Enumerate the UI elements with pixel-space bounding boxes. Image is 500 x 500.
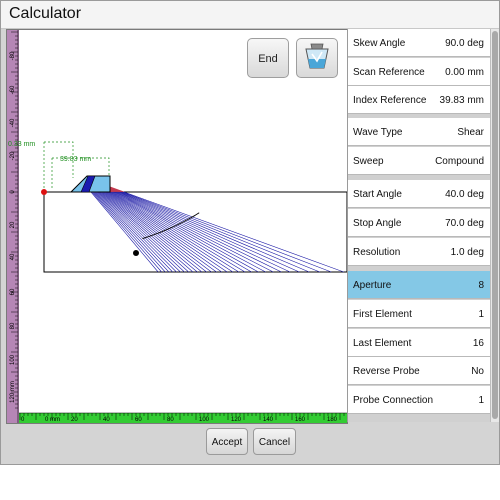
vertical-ruler-label: -40 — [10, 118, 16, 127]
param-value: 8 — [478, 280, 484, 291]
parameter-list: Skew Angle 90.0 deg Scan Reference 0.00 mm I… — [347, 29, 490, 422]
param-value: 40.0 deg — [445, 189, 484, 200]
scroll-thumb[interactable] — [492, 31, 498, 419]
param-label: Last Element — [353, 338, 412, 349]
wedge-probe-button[interactable] — [296, 38, 338, 78]
param-label: Skew Angle — [353, 38, 406, 49]
param-value: 1 — [478, 395, 484, 406]
param-label: Scan Reference — [353, 67, 425, 78]
vertical-ruler-label: -80 — [10, 51, 16, 60]
refracted-ray — [115, 191, 266, 273]
vertical-ruler-label: -20 — [10, 151, 16, 160]
param-row-resolution[interactable]: Resolution 1.0 deg — [348, 238, 490, 266]
param-label: Stop Angle — [353, 218, 402, 229]
calculator-window: Calculator -80 -60 -40 -20 0 20 40 60 80 100 120 m… — [0, 0, 500, 465]
param-label: Index Reference — [353, 95, 427, 106]
param-value: 1 — [478, 309, 484, 320]
param-row-index-reference[interactable]: Index Reference 39.83 mm — [348, 86, 490, 114]
refracted-ray — [116, 191, 274, 273]
parameter-list-scrollbar[interactable] — [490, 29, 499, 422]
param-row-last-element[interactable]: Last Element 16 — [348, 329, 490, 357]
refracted-ray — [110, 191, 239, 273]
probe-view: -80 -60 -40 -20 0 20 40 60 80 100 120 mm 00 mm 20 40… — [6, 29, 348, 424]
param-label: Start Angle — [353, 189, 402, 200]
vertical-ruler-label: -60 — [10, 85, 16, 94]
param-label: Wave Type — [353, 127, 403, 138]
vertical-ruler-label: 100 — [10, 354, 16, 365]
param-row-first-element[interactable]: First Element 1 — [348, 300, 490, 328]
horizontal-ruler-label: 160 — [295, 417, 306, 423]
param-value: 16 — [472, 338, 484, 349]
vertical-ruler-label: 40 — [10, 253, 16, 260]
vertical-ruler-label: 120 mm — [10, 381, 16, 403]
horizontal-ruler-label: 60 — [135, 417, 142, 423]
param-label: Resolution — [353, 247, 401, 258]
param-row-wave-type[interactable]: Wave Type Shear — [348, 118, 490, 146]
wedge-probe-icon — [305, 43, 329, 69]
param-row-aperture[interactable]: Aperture 8 — [348, 271, 490, 299]
focus-point-marker — [133, 250, 139, 256]
param-value: No — [471, 366, 484, 377]
refracted-ray — [123, 191, 344, 273]
param-row-scan-reference[interactable]: Scan Reference 0.00 mm — [348, 58, 490, 86]
horizontal-ruler-label: 0 mm — [45, 417, 60, 423]
index-offset-label: 39.83 mm — [60, 156, 91, 163]
param-row-skew-angle[interactable]: Skew Angle 90.0 deg — [348, 29, 490, 57]
accept-button[interactable]: Accept — [206, 428, 248, 455]
param-label: Aperture — [353, 280, 392, 291]
param-row-stop-angle[interactable]: Stop Angle 70.0 deg — [348, 209, 490, 237]
param-label: Probe Connection — [353, 395, 434, 406]
param-value: 39.83 mm — [439, 95, 484, 106]
horizontal-ruler-label: 180 — [327, 417, 338, 423]
param-row-start-angle[interactable]: Start Angle 40.0 deg — [348, 180, 490, 208]
param-value: 90.0 deg — [445, 38, 484, 49]
horizontal-ruler-label: 40 — [103, 417, 110, 423]
probe-beam-diagram: -80-60-40-20020406080100120 mm 00 mm 20 40… — [7, 30, 347, 423]
title-bar: Calculator — [1, 1, 499, 29]
vertical-ruler-label: 20 — [10, 221, 16, 228]
param-value: Compound — [435, 156, 484, 167]
refracted-ray — [105, 191, 212, 273]
refracted-beam-fan — [90, 191, 344, 273]
param-value: 70.0 deg — [445, 218, 484, 229]
param-value: 1.0 deg — [450, 247, 484, 258]
param-value: Shear — [457, 127, 484, 138]
cancel-button[interactable]: Cancel — [253, 428, 296, 455]
param-row-probe-connection[interactable]: Probe Connection 1 — [348, 386, 490, 414]
scan-offset-label: 0.33 mm — [8, 141, 35, 148]
refracted-ray — [113, 191, 259, 273]
end-button[interactable]: End — [247, 38, 289, 78]
param-label: First Element — [353, 309, 412, 320]
vertical-ruler-label: 60 — [10, 288, 16, 295]
horizontal-ruler-label: 80 — [167, 417, 174, 423]
vertical-ruler-label: 80 — [10, 322, 16, 329]
window-title: Calculator — [9, 5, 82, 22]
horizontal-ruler-label: 20 — [71, 417, 78, 423]
reference-point-marker — [41, 189, 47, 195]
param-row-reverse-probe[interactable]: Reverse Probe No — [348, 357, 490, 385]
param-label: Reverse Probe — [353, 366, 420, 377]
param-label: Sweep — [353, 156, 384, 167]
param-row-sweep[interactable]: Sweep Compound — [348, 147, 490, 175]
horizontal-ruler-label: 120 — [231, 417, 242, 423]
param-value: 0.00 mm — [445, 67, 484, 78]
refracted-ray — [102, 191, 203, 273]
horizontal-ruler-label: 140 — [263, 417, 274, 423]
horizontal-ruler-label: 100 — [199, 417, 210, 423]
refracted-ray — [104, 191, 207, 273]
